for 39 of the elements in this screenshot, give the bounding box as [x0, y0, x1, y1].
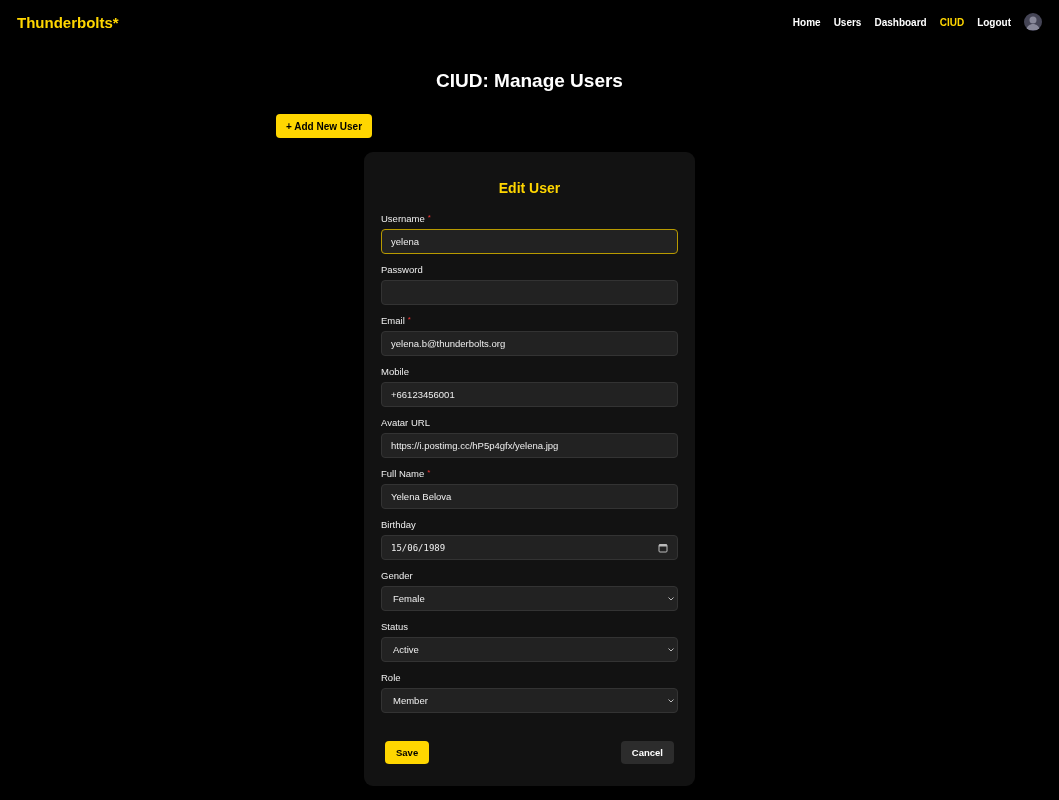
nav-link[interactable]: Logout: [977, 16, 1011, 28]
required-mark: *: [427, 468, 431, 477]
field-label: Status: [381, 621, 408, 632]
chevron-down-icon: [668, 647, 674, 652]
field-label: Gender: [381, 570, 413, 581]
field-label: Full Name: [381, 468, 425, 479]
input-field[interactable]: https://i.postimg.cc/hP5p4gfx/yelena.jpg: [381, 433, 678, 458]
input-field[interactable]: Yelena Belova: [381, 484, 678, 509]
field-label: Role: [381, 672, 401, 683]
select-field[interactable]: Female: [381, 586, 678, 611]
brand-logo[interactable]: Thunderbolts*: [17, 13, 119, 31]
nav-link[interactable]: Dashboard: [874, 16, 927, 28]
date-field[interactable]: 15/06/1989: [381, 535, 678, 560]
field-label: Avatar URL: [381, 417, 430, 428]
chevron-down-icon: [668, 596, 674, 601]
field-label: Mobile: [381, 366, 409, 377]
add-user-button[interactable]: + Add New User: [276, 114, 373, 138]
cancel-button[interactable]: Cancel: [620, 741, 674, 764]
nav-link[interactable]: Home: [792, 16, 821, 28]
form-title: Edit User: [497, 179, 562, 197]
avatar-icon[interactable]: [1024, 13, 1042, 31]
page-title: CIUD: Manage Users: [435, 70, 624, 92]
field-label: Password: [381, 264, 423, 275]
field-label: Email: [381, 315, 405, 326]
select-field[interactable]: Member: [381, 688, 678, 713]
save-button[interactable]: Save: [385, 741, 430, 764]
field-label: Username: [381, 213, 425, 224]
input-field[interactable]: yelena.b@thunderbolts.org: [381, 331, 678, 356]
input-field[interactable]: yelena: [381, 229, 678, 254]
chevron-down-icon: [668, 698, 674, 703]
required-mark: *: [427, 213, 431, 222]
nav-link[interactable]: Users: [833, 16, 862, 28]
required-mark: *: [407, 315, 411, 324]
input-field[interactable]: +66123456001: [381, 382, 678, 407]
input-field[interactable]: [381, 280, 678, 305]
calendar-icon[interactable]: [658, 542, 668, 553]
select-field[interactable]: Active: [381, 637, 678, 662]
field-label: Birthday: [381, 519, 416, 530]
nav-link[interactable]: CIUD: [939, 16, 965, 28]
